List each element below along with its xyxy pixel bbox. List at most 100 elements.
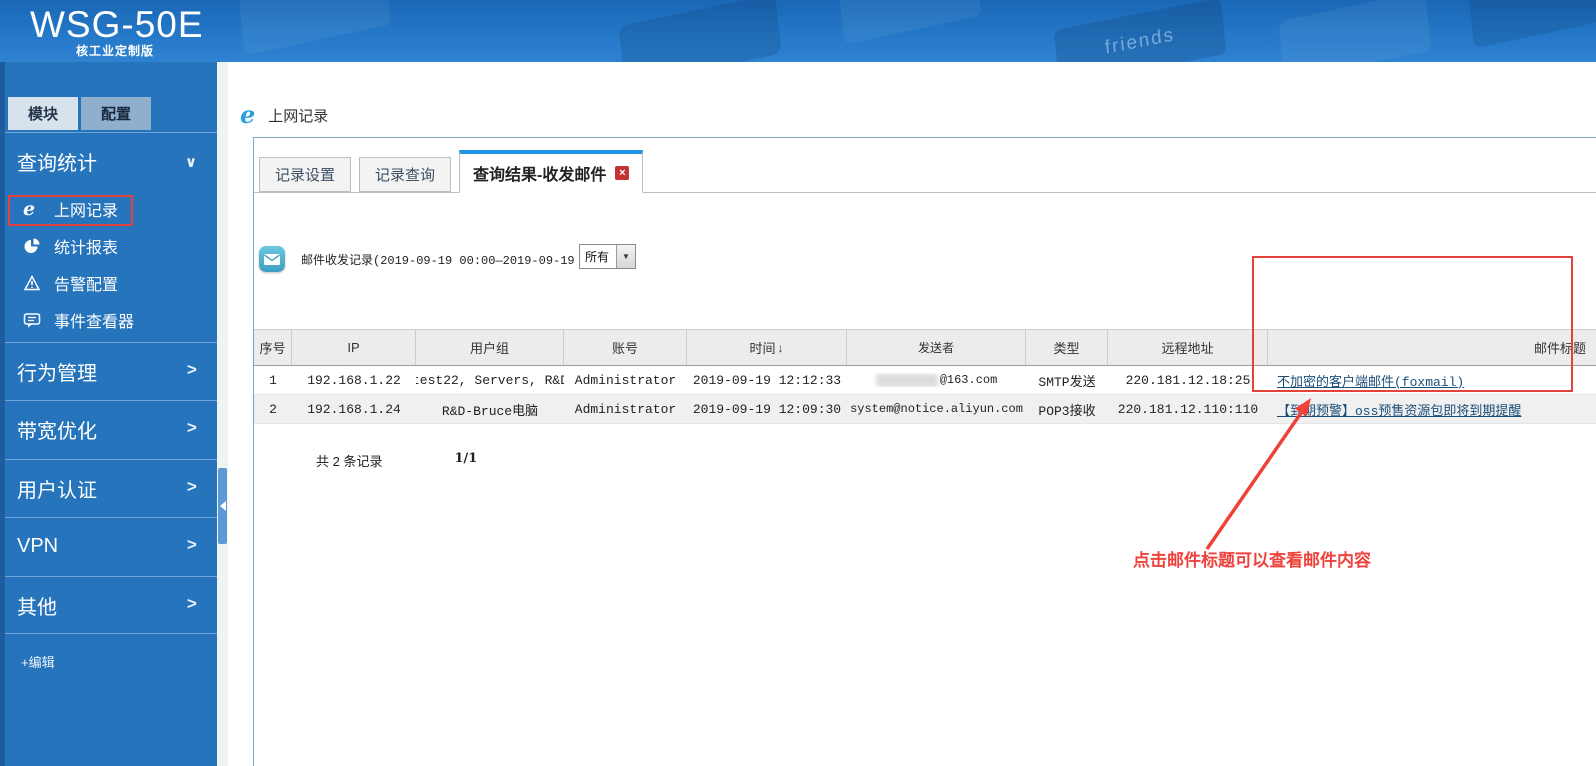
cell-remote: 220.181.12.110:110 [1117, 401, 1259, 417]
section-label: VPN [17, 535, 59, 557]
record-count: 共 2 条记录 [316, 454, 383, 469]
collapse-arrow-icon [219, 501, 226, 511]
keyboard-key-decoration [1278, 0, 1432, 62]
mail-records-table: 序号 IP 用户组 账号 时间 ↓ 发送者 类型 远程地址 邮件标题 1 192… [254, 329, 1596, 424]
section-label: 行为管理 [17, 363, 97, 385]
watermark-text: friends [1103, 24, 1176, 59]
filter-value: 所有 [585, 250, 610, 264]
cell-time: 2019-09-19 12:12:33 [692, 372, 842, 388]
event-viewer-icon [23, 311, 45, 329]
sender-domain: @163.com [939, 373, 998, 387]
tab-query-result-mail[interactable]: 查询结果-收发邮件 × [459, 150, 644, 193]
tab-label: 查询结果-收发邮件 [473, 167, 607, 184]
cell-remote: 220.181.12.18:25 [1125, 372, 1251, 388]
tab-panel: 记录设置 记录查询 查询结果-收发邮件 × 邮件收发记录(2019-09-19 … [253, 137, 1596, 766]
sidebar-item-web-records[interactable]: e 上网记录 [5, 190, 217, 227]
sidebar-collapse-handle[interactable] [218, 468, 227, 544]
chevron-right-icon: > [186, 362, 197, 381]
subitem-label: 告警配置 [54, 276, 119, 294]
table-row: 2 192.168.1.24 R&D-Bruce电脑 Administrator… [254, 395, 1596, 424]
cell-type: SMTP发送 [1038, 374, 1096, 390]
summary-label: 邮件收发记录(2019-09-19 00:00—2019-09-19 23:59… [301, 253, 626, 268]
col-subject[interactable]: 邮件标题 [1268, 330, 1596, 365]
cell-seq: 1 [269, 372, 277, 388]
cell-subject: 不加密的客户端邮件(foxmail) [1268, 371, 1596, 390]
cell-group: test22, Servers, R&D [416, 372, 564, 388]
col-remote[interactable]: 远程地址 [1108, 330, 1268, 365]
table-header-row: 序号 IP 用户组 账号 时间 ↓ 发送者 类型 远程地址 邮件标题 [254, 329, 1596, 366]
main-content: e 上网记录 记录设置 记录查询 查询结果-收发邮件 × 邮件收发记录(2019… [228, 62, 1596, 766]
sidebar-item-event-viewer[interactable]: 事件查看器 [5, 301, 217, 338]
cell-group: R&D-Bruce电脑 [441, 403, 539, 419]
sidebar-tabbar: 模块 配置 [8, 97, 154, 130]
pagination: 共 2 条记录 1/1 [316, 451, 477, 470]
mail-icon [259, 246, 285, 272]
col-ip[interactable]: IP [292, 330, 416, 365]
keyboard-key-watermark: friends [1053, 0, 1227, 62]
section-label: 用户认证 [17, 480, 97, 502]
col-type[interactable]: 类型 [1026, 330, 1108, 365]
tabbar: 记录设置 记录查询 查询结果-收发邮件 × [254, 138, 1596, 193]
chevron-right-icon: > [186, 595, 197, 615]
tab-label: 记录查询 [375, 167, 436, 184]
sidebar-tab-label: 模块 [28, 106, 59, 123]
section-label: 带宽优化 [17, 421, 97, 443]
keyboard-key-decoration [618, 0, 782, 62]
mail-subject-link[interactable]: 【到期预警】oss预售资源包即将到期提醒 [1277, 400, 1521, 419]
sidebar: 模块 配置 查询统计 ∨ e 上网记录 统计报表 告警配置 事件查看器 行为管理… [0, 62, 217, 766]
chevron-right-icon: > [186, 479, 197, 498]
sidebar-section-query-stats[interactable]: 查询统计 ∨ [5, 132, 217, 190]
col-time-label: 时间 [749, 341, 776, 356]
page-indicator: 1/1 [454, 451, 478, 466]
sidebar-section-auth[interactable]: 用户认证 > [5, 459, 217, 517]
page-title: 上网记录 [268, 107, 329, 125]
chevron-right-icon: > [186, 420, 197, 439]
subitem-label: 事件查看器 [54, 313, 135, 331]
sidebar-item-alerts[interactable]: 告警配置 [5, 264, 217, 301]
filter-dropdown[interactable]: 所有 ▼ [579, 244, 636, 269]
ie-icon: e [240, 100, 256, 129]
cell-ip: 192.168.1.22 [307, 372, 401, 388]
cell-seq: 2 [269, 401, 277, 417]
cell-account: Administrator [574, 401, 677, 417]
cell-ip: 192.168.1.24 [307, 401, 401, 417]
sidebar-tab-modules[interactable]: 模块 [8, 97, 79, 130]
sidebar-submenu: e 上网记录 统计报表 告警配置 事件查看器 [5, 190, 217, 338]
sidebar-item-report[interactable]: 统计报表 [5, 227, 217, 264]
app-title: WSG-50E [30, 4, 204, 45]
table-row: 1 192.168.1.22 test22, Servers, R&D Admi… [254, 366, 1596, 395]
cell-type: POP3接收 [1038, 403, 1096, 419]
sidebar-tab-config[interactable]: 配置 [81, 97, 152, 130]
top-banner: friends WSG-50E 核工业定制版 [0, 0, 1596, 62]
tab-record-settings[interactable]: 记录设置 [259, 157, 352, 192]
col-time[interactable]: 时间 ↓ [687, 330, 847, 365]
col-seq[interactable]: 序号 [254, 330, 292, 365]
cell-account: Administrator [574, 372, 677, 388]
summary-row: 邮件收发记录(2019-09-19 00:00—2019-09-19 23:59… [259, 246, 625, 272]
subitem-label: 统计报表 [54, 239, 119, 257]
section-label: 其他 [17, 596, 57, 619]
dropdown-arrow-icon: ▼ [616, 245, 635, 268]
cell-sender: @163.com [847, 373, 1026, 387]
sidebar-section-vpn[interactable]: VPN > [5, 517, 217, 575]
redacted-sender-blur [875, 373, 938, 387]
sidebar-section-bandwidth[interactable]: 带宽优化 > [5, 400, 217, 458]
keyboard-key-decoration [238, 0, 392, 56]
report-chart-icon [23, 237, 45, 255]
cell-time: 2019-09-19 12:09:30 [692, 401, 842, 417]
mail-subject-link[interactable]: 不加密的客户端邮件(foxmail) [1277, 371, 1464, 390]
sidebar-section-behavior[interactable]: 行为管理 > [5, 342, 217, 400]
sidebar-edit-link[interactable]: +编辑 [21, 652, 55, 671]
col-sender[interactable]: 发送者 [847, 330, 1026, 365]
col-account[interactable]: 账号 [564, 330, 687, 365]
ie-icon: e [23, 197, 36, 220]
tab-label: 记录设置 [275, 167, 336, 184]
col-group[interactable]: 用户组 [416, 330, 564, 365]
keyboard-key-decoration [1468, 0, 1596, 49]
chevron-right-icon: > [186, 537, 197, 556]
close-icon[interactable]: × [615, 166, 630, 180]
sort-desc-icon: ↓ [777, 340, 784, 355]
section-label: 查询统计 [17, 153, 97, 175]
tab-record-query[interactable]: 记录查询 [359, 157, 452, 192]
sidebar-section-other[interactable]: 其他 > [5, 576, 217, 634]
